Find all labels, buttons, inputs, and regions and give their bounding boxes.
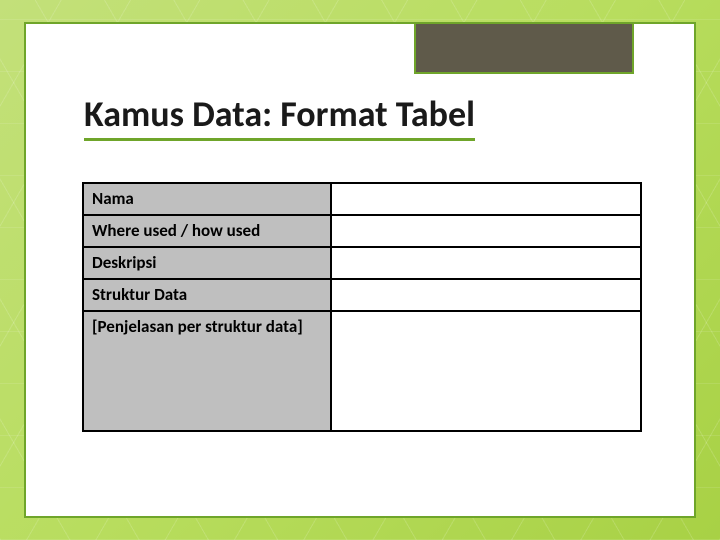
corner-tab-decoration: [414, 22, 634, 74]
cell-value-nama: [331, 183, 641, 215]
cell-value-penjelasan: [331, 311, 641, 431]
cell-label-nama: Nama: [83, 183, 331, 215]
slide-card: Kamus Data: Format Tabel Nama Where used…: [24, 22, 696, 518]
cell-value-where-used: [331, 215, 641, 247]
table-row: Where used / how used: [83, 215, 641, 247]
cell-value-deskripsi: [331, 247, 641, 279]
cell-label-struktur-data: Struktur Data: [83, 279, 331, 311]
data-dictionary-table: Nama Where used / how used Deskripsi Str…: [82, 182, 642, 432]
table-row: Deskripsi: [83, 247, 641, 279]
cell-label-deskripsi: Deskripsi: [83, 247, 331, 279]
table-row: Nama: [83, 183, 641, 215]
table-row: Struktur Data: [83, 279, 641, 311]
cell-label-penjelasan: [Penjelasan per struktur data]: [83, 311, 331, 431]
cell-label-where-used: Where used / how used: [83, 215, 331, 247]
page-title: Kamus Data: Format Tabel: [84, 92, 475, 141]
table-row: [Penjelasan per struktur data]: [83, 311, 641, 431]
cell-value-struktur-data: [331, 279, 641, 311]
